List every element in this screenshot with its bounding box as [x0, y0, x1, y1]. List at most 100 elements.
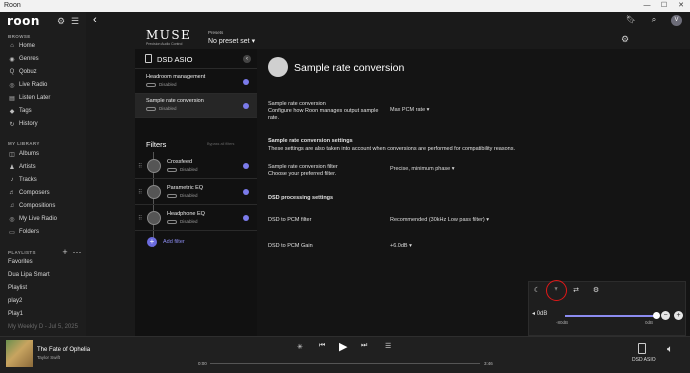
- sidebar-item-compositions[interactable]: ♫ Compositions: [8, 201, 56, 211]
- toggle[interactable]: [167, 194, 177, 198]
- dsp-left-panel: DSD ASIO ‹ Headroom management Disabled …: [135, 49, 257, 336]
- playlist-item[interactable]: Playlist: [8, 285, 27, 291]
- volume-down-button[interactable]: −: [661, 311, 670, 320]
- volume-up-button[interactable]: +: [674, 311, 683, 320]
- sidebar-item-live-radio[interactable]: ◎ Live Radio: [8, 80, 47, 90]
- add-filter-button[interactable]: + Add filter: [147, 237, 185, 247]
- filter-state: Disabled: [180, 193, 198, 198]
- duration: 3:46: [484, 361, 493, 366]
- drag-handle-icon[interactable]: ⠿: [138, 189, 142, 196]
- sidebar-item-qobuz[interactable]: Q Qobuz: [8, 67, 37, 77]
- zone-name[interactable]: DSD ASIO: [632, 357, 656, 363]
- filter-crossfeed[interactable]: ⠿ Crossfeed Disabled: [135, 155, 257, 179]
- dsd-pcm-filter-value: Recommended (30kHz Low pass filter): [390, 217, 485, 223]
- close-icon[interactable]: ✕: [674, 1, 688, 11]
- headroom-management-item[interactable]: Headroom management Disabled: [135, 70, 257, 94]
- qobuz-icon: Q: [9, 69, 15, 75]
- nav-label: Albums: [19, 151, 40, 157]
- playlists-header: PLAYLISTS: [8, 250, 36, 255]
- back-icon[interactable]: ‹: [93, 14, 97, 26]
- progress-bar[interactable]: [210, 363, 480, 364]
- presets-dropdown[interactable]: No preset set ▾: [208, 37, 255, 45]
- drag-handle-icon[interactable]: ⠿: [138, 163, 142, 170]
- album-art[interactable]: [6, 340, 33, 367]
- sidebar-item-albums[interactable]: ◫ Albums: [8, 149, 39, 159]
- minimize-icon[interactable]: —: [640, 1, 654, 11]
- playlist-options-icon[interactable]: ⋯: [72, 247, 82, 257]
- toggle[interactable]: [146, 107, 156, 111]
- dsd-pcm-filter-label: DSD to PCM filter: [268, 217, 312, 223]
- playlist-item[interactable]: Dua Lipa Smart: [8, 272, 50, 278]
- filter-value: Precise, minimum phase: [390, 166, 451, 172]
- collapse-icon[interactable]: ‹: [243, 55, 251, 63]
- bypass-all-filters[interactable]: Bypass all filters: [207, 142, 234, 146]
- sidebar-item-tags[interactable]: ◆ Tags: [8, 106, 32, 116]
- muse-brand: MUSE: [146, 28, 192, 42]
- volume-settings-gear-icon[interactable]: ⚙: [591, 286, 601, 294]
- sidebar-item-tracks[interactable]: ♪ Tracks: [8, 175, 37, 185]
- dsd-gain-dropdown[interactable]: +6.0dB ▾: [390, 243, 412, 249]
- sidebar-item-listen-later[interactable]: ▤ Listen Later: [8, 93, 50, 103]
- sidebar-item-folders[interactable]: ▭ Folders: [8, 227, 39, 237]
- chevron-icon: [243, 215, 249, 221]
- muse-settings-gear-icon[interactable]: ⚙: [621, 34, 629, 45]
- moon-icon[interactable]: ☾: [532, 286, 542, 294]
- listen-later-icon: ▤: [9, 95, 15, 102]
- src-desc: Configure how Roon manages output sample…: [268, 108, 379, 121]
- radio-icon[interactable]: ✳: [297, 343, 303, 351]
- filter-dropdown[interactable]: Precise, minimum phase ▾: [390, 166, 455, 172]
- presets-label: Presets: [208, 30, 224, 35]
- zone-speaker-icon[interactable]: [638, 343, 646, 354]
- sidebar-item-genres[interactable]: ◉ Genres: [8, 54, 38, 64]
- sidebar-item-composers[interactable]: ♬ Composers: [8, 188, 50, 198]
- sidebar-item-artists[interactable]: ♟ Artists: [8, 162, 36, 172]
- sidebar-item-my-live-radio[interactable]: ◎ My Live Radio: [8, 214, 57, 224]
- filter-state: Disabled: [180, 167, 198, 172]
- volume-icon[interactable]: 🔈︎: [667, 344, 673, 355]
- transfer-icon[interactable]: ⇄: [571, 286, 581, 294]
- settings-gear-icon[interactable]: ⚙: [56, 16, 66, 26]
- playlist-item[interactable]: Play1: [8, 311, 23, 317]
- genres-icon: ◉: [9, 56, 15, 63]
- bookmark-icon[interactable]: 🔖︎: [625, 15, 637, 24]
- drag-handle-icon[interactable]: ⠿: [138, 215, 142, 222]
- add-playlist-icon[interactable]: +: [60, 247, 70, 257]
- sidebar-item-history[interactable]: ↻ History: [8, 119, 37, 129]
- maximize-icon[interactable]: ☐: [657, 1, 671, 11]
- sidebar-menu-icon[interactable]: ☰: [70, 16, 80, 26]
- albums-icon: ◫: [9, 151, 15, 158]
- playlist-item[interactable]: play2: [8, 298, 22, 304]
- filter-title: Sample rate conversion filter: [268, 164, 338, 170]
- next-icon[interactable]: ⏭: [361, 342, 367, 350]
- playlist-item[interactable]: My Weekly D - Jul 5, 2025: [8, 324, 78, 330]
- search-icon[interactable]: ⌕: [648, 15, 660, 25]
- nav-label: Tags: [19, 108, 32, 114]
- playlist-item[interactable]: Favorites: [8, 259, 33, 265]
- queue-icon[interactable]: ☰: [385, 342, 391, 350]
- src-dropdown[interactable]: Max PCM rate ▾: [390, 107, 429, 113]
- item-label: Headroom management: [146, 74, 206, 80]
- previous-icon[interactable]: ⏮: [319, 342, 325, 350]
- headphone-eq-icon: [147, 211, 161, 225]
- sidebar: roon ⚙ ☰ BROWSE ⌂ Home ◉ Genres Q Qobuz ◎ Live …: [0, 12, 86, 336]
- filter-headphone-eq[interactable]: ⠿ Headphone EQ Disabled: [135, 207, 257, 231]
- src-setting-label: Sample rate conversion Configure how Roo…: [268, 101, 383, 122]
- dsd-pcm-filter-dropdown[interactable]: Recommended (30kHz Low pass filter) ▾: [390, 217, 489, 223]
- nav-label: Folders: [19, 229, 40, 235]
- sidebar-item-home[interactable]: ⌂ Home: [8, 41, 35, 51]
- song-title[interactable]: The Fate of Ophelia: [37, 347, 90, 353]
- nav-label: Compositions: [19, 203, 56, 209]
- song-artist[interactable]: Taylor Swift: [37, 355, 60, 360]
- toggle[interactable]: [167, 168, 177, 172]
- avatar[interactable]: V: [671, 15, 682, 26]
- item-state: Disabled: [159, 82, 177, 87]
- play-button[interactable]: ▶: [339, 340, 347, 353]
- volume-slider-knob[interactable]: [653, 312, 660, 319]
- toggle[interactable]: [167, 220, 177, 224]
- filter-parametric-eq[interactable]: ⠿ Parametric EQ Disabled: [135, 181, 257, 205]
- nav-label: Artists: [19, 164, 36, 170]
- toggle[interactable]: [146, 83, 156, 87]
- roon-logo[interactable]: roon: [7, 14, 40, 28]
- sample-rate-conversion-item[interactable]: Sample rate conversion Disabled: [135, 94, 257, 118]
- nav-label: Composers: [19, 190, 50, 196]
